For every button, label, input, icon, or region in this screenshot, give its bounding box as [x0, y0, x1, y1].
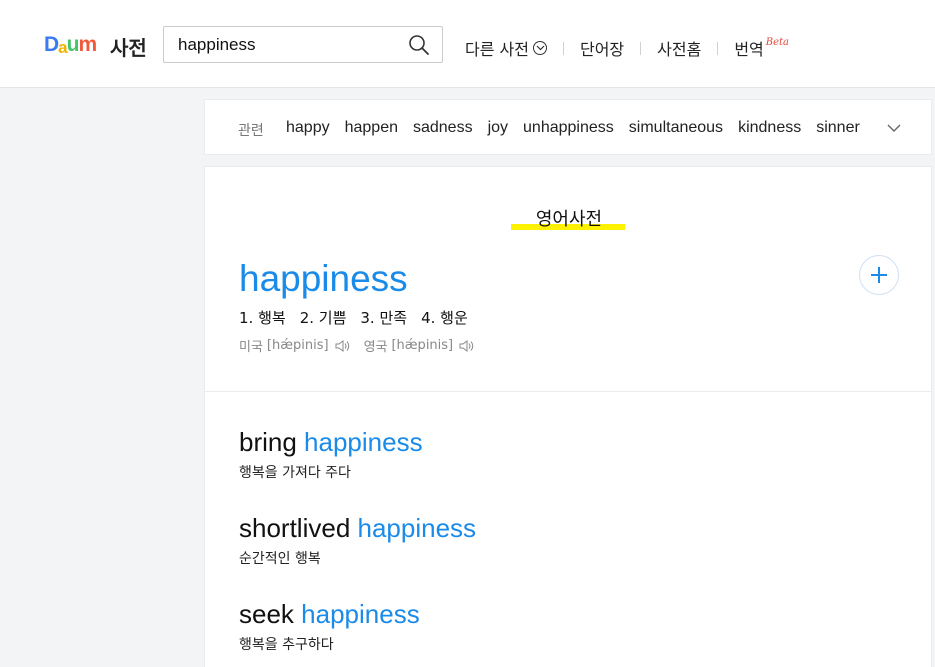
phrase-item: shortlived happiness 순간적인 행복 [239, 513, 476, 568]
nav-divider [717, 41, 719, 55]
speaker-icon[interactable] [335, 339, 351, 353]
related-words-bar: 관련 happy happen sadness joy unhappiness … [204, 99, 932, 155]
pronunciations: 미국 [hǽpinis] 영국 [hǽpinis] [239, 336, 488, 355]
related-word[interactable]: kindness [738, 119, 801, 137]
phrase-prefix: shortlived [239, 513, 358, 543]
related-word[interactable]: simultaneous [629, 119, 723, 137]
related-word[interactable]: happy [286, 119, 330, 137]
phrase-keyword: happiness [304, 427, 423, 457]
phrase-meaning: 행복을 가져다 주다 [239, 465, 351, 481]
search-input[interactable] [178, 34, 398, 56]
related-word[interactable]: unhappiness [523, 119, 614, 137]
related-word[interactable]: joy [488, 119, 508, 137]
headword[interactable]: happiness [239, 258, 408, 300]
related-word[interactable]: sinner [816, 119, 860, 137]
expand-related-button[interactable] [886, 120, 902, 136]
pronunciation-ipa: [hǽpinis] [391, 338, 454, 353]
logo-letter-d: D [44, 32, 59, 56]
service-title[interactable]: 사전 [110, 32, 147, 61]
phrase-item: bring happiness 행복을 가져다 주다 [239, 427, 423, 482]
logo-letter-a: a [58, 37, 68, 57]
phrase-meaning: 행복을 추구하다 [239, 637, 334, 653]
pronunciation-uk: 영국 [hǽpinis] [364, 336, 476, 355]
phrase-item: seek happiness 행복을 추구하다 [239, 599, 420, 654]
plus-icon [871, 267, 887, 283]
logo-letter-u: u [66, 32, 80, 56]
related-word[interactable]: happen [345, 119, 398, 137]
search-box [163, 26, 443, 63]
top-header: D a u m 사전 다른 사전 단어장 사전홈 번역 [0, 0, 935, 88]
nav-wordbook-label: 단어장 [579, 40, 625, 59]
search-button[interactable] [408, 34, 430, 56]
pronunciation-ipa: [hǽpinis] [266, 338, 329, 353]
meanings-list: 1. 행복 2. 기쁨 3. 만족 4. 행운 [239, 307, 482, 328]
phrase-prefix: bring [239, 427, 305, 457]
phrase-meaning: 순간적인 행복 [239, 551, 321, 567]
meaning-item: 4. 행운 [421, 309, 468, 327]
global-nav: 다른 사전 단어장 사전홈 번역 Beta [465, 36, 789, 60]
nav-dictionary-home[interactable]: 사전홈 [657, 36, 701, 60]
related-label: 관련 [238, 123, 264, 139]
speaker-icon[interactable] [459, 339, 475, 353]
phrase-keyword: happiness [301, 599, 420, 629]
pronunciation-region: 영국 [363, 340, 388, 355]
meaning-item: 3. 만족 [360, 309, 408, 327]
nav-divider [640, 41, 642, 55]
nav-translate[interactable]: 번역 Beta [734, 36, 789, 60]
related-word[interactable]: sadness [413, 119, 473, 137]
meaning-item: 1. 행복 [239, 309, 286, 327]
search-icon [409, 35, 429, 55]
phrase-keyword: happiness [357, 513, 477, 543]
dictionary-section-title-text: 영어사전 [535, 209, 603, 230]
nav-divider [562, 41, 564, 55]
nav-wordbook[interactable]: 단어장 [580, 36, 624, 60]
phrase-link[interactable]: seek happiness [239, 599, 420, 630]
logo-letter-m: m [78, 32, 97, 56]
pronunciation-us: 미국 [hǽpinis] [239, 336, 351, 355]
section-divider [205, 391, 931, 392]
dictionary-card: 영어사전 happiness 1. 행복 2. 기쁨 3. 만족 4. 행운 미… [204, 166, 932, 667]
phrase-link[interactable]: shortlived happiness [239, 513, 476, 544]
beta-badge: Beta [765, 36, 790, 48]
pronunciation-region: 미국 [239, 340, 263, 355]
chevron-down-circle-icon [532, 41, 547, 55]
phrase-prefix: seek [239, 599, 302, 629]
chevron-down-icon [887, 124, 901, 132]
nav-dictionary-home-label: 사전홈 [657, 40, 702, 59]
add-to-wordbook-button[interactable] [859, 255, 899, 295]
dictionary-section-title: 영어사전 [510, 205, 628, 231]
daum-logo[interactable]: D a u m [44, 31, 97, 57]
nav-other-dictionaries-label: 다른 사전 [465, 40, 529, 59]
nav-translate-label: 번역 [734, 40, 764, 59]
meaning-item: 2. 기쁨 [299, 309, 347, 327]
phrase-link[interactable]: bring happiness [239, 427, 423, 458]
nav-other-dictionaries[interactable]: 다른 사전 [465, 36, 547, 60]
related-words-list: happy happen sadness joy unhappiness sim… [286, 119, 875, 137]
